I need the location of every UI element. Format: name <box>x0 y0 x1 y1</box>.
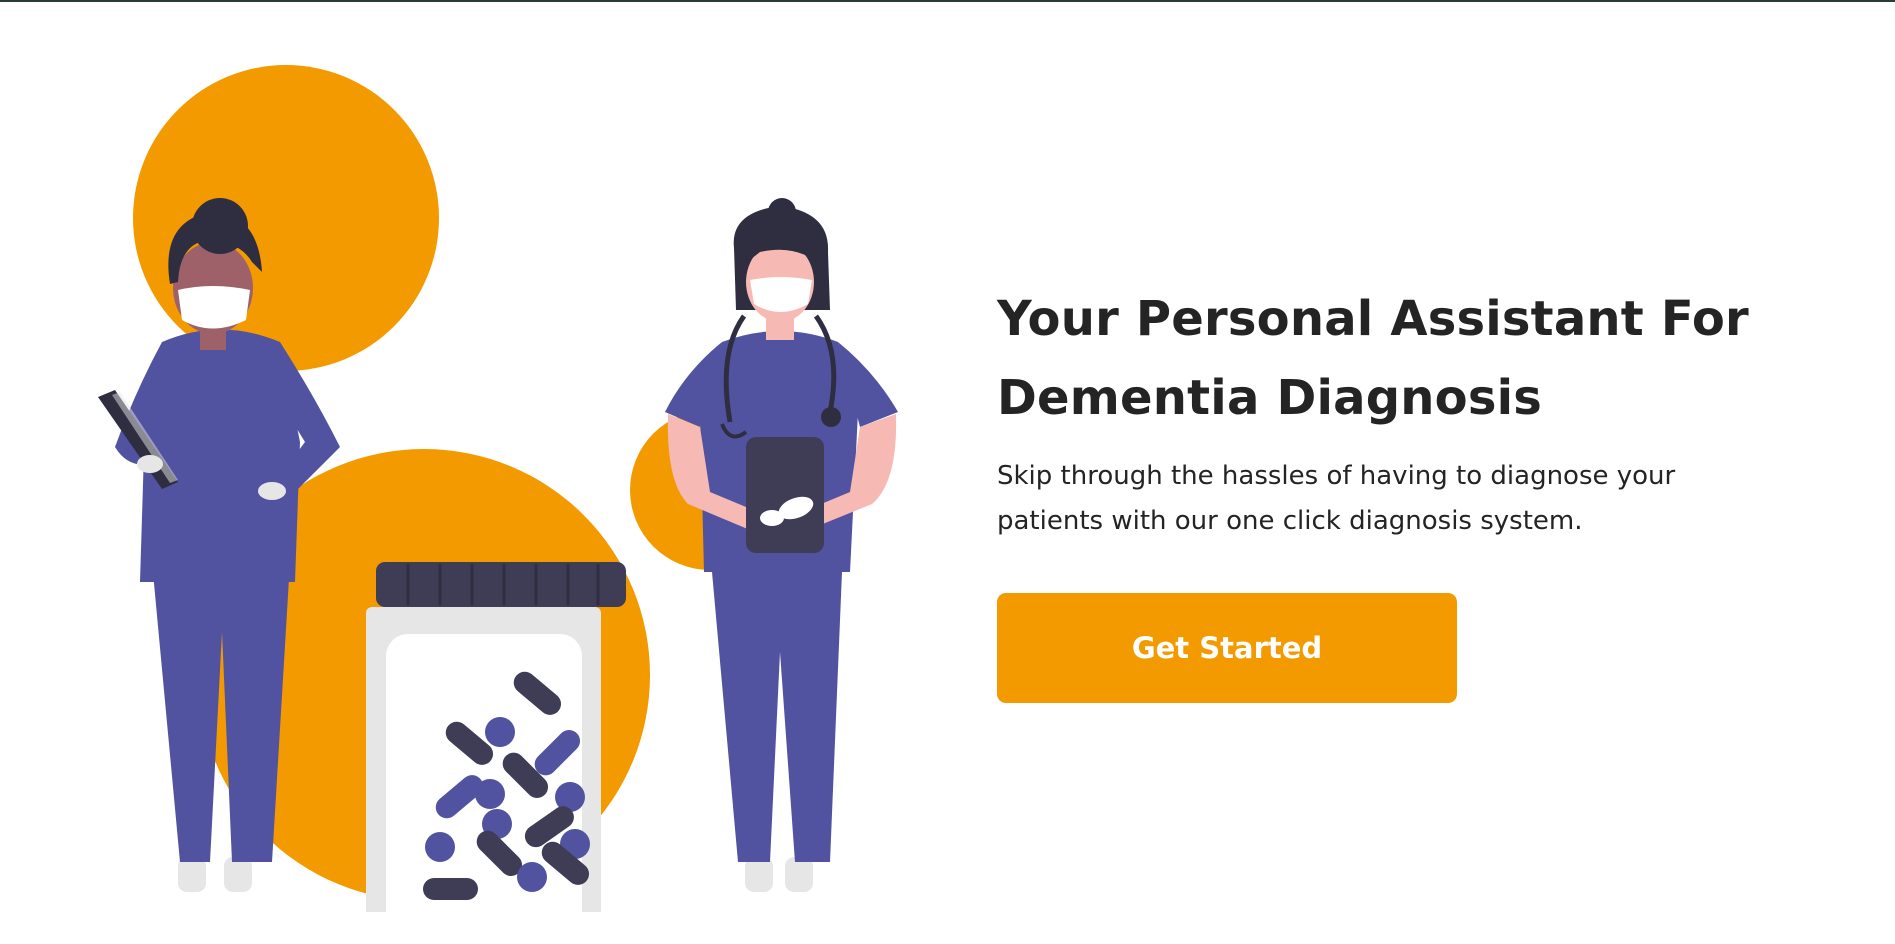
get-started-button[interactable]: Get Started <box>997 593 1457 703</box>
hero-illustration <box>90 52 910 912</box>
hero-subtitle: Skip through the hassles of having to di… <box>997 461 1676 536</box>
pill-jar <box>366 562 626 912</box>
accent-circle-top <box>133 65 439 371</box>
hero-title: Your Personal Assistant For Dementia Dia… <box>997 291 1749 426</box>
hero-text-block: Your Personal Assistant For Dementia Dia… <box>997 280 1777 703</box>
landing-page: Your Personal Assistant For Dementia Dia… <box>0 0 1895 944</box>
